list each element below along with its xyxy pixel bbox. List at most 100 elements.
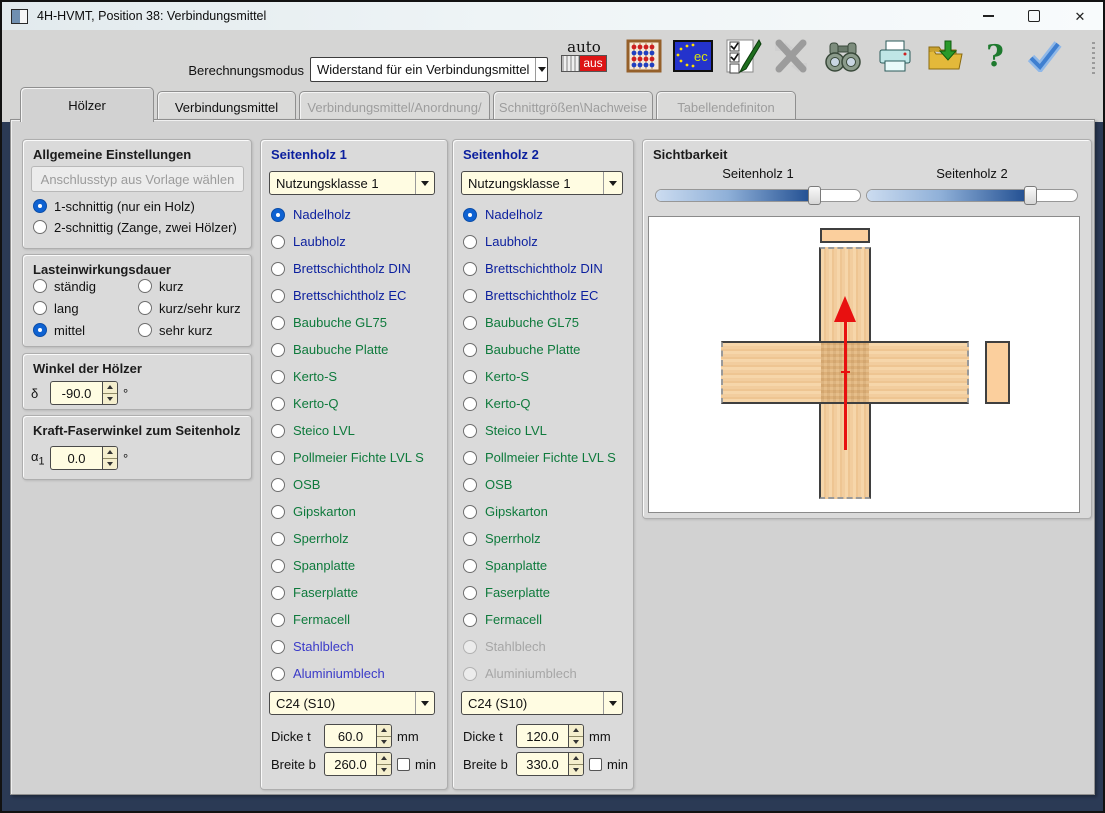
s2-radio-fermacell[interactable]: Fermacell [463,606,629,633]
s2-breite-input[interactable]: 330.0 [516,752,568,776]
radio-sehr-kurz[interactable]: sehr kurz [138,322,212,338]
s1-material-combobox[interactable]: C24 (S10) [269,691,435,715]
maximize-button[interactable] [1011,2,1057,30]
slider-fill [867,190,1031,201]
radio-lang[interactable]: lang [33,300,79,316]
help-button[interactable]: ? [980,35,1010,77]
s2-radio-baubuche-gl75[interactable]: Baubuche GL75 [463,309,629,336]
s1-radio-laubholz[interactable]: Laubholz [271,228,443,255]
radio-icon [271,289,285,303]
mode-label: Berechnungsmodus [162,63,304,78]
s1-radio-brettschichtholz-ec[interactable]: Brettschichtholz EC [271,282,443,309]
s2-radio-brettschichtholz-ec[interactable]: Brettschichtholz EC [463,282,629,309]
s2-radio-spanplatte[interactable]: Spanplatte [463,552,629,579]
radio-1-schnittig[interactable]: 1-schnittig (nur ein Holz) [33,198,195,214]
mode-combobox[interactable]: Widerstand für ein Verbindungsmittel [310,57,548,82]
s2-radio-osb[interactable]: OSB [463,471,629,498]
spin-up-button[interactable] [103,447,117,459]
s2-radio-faserplatte[interactable]: Faserplatte [463,579,629,606]
spin-down-button[interactable] [377,737,391,748]
s2-dicke-input[interactable]: 120.0 [516,724,568,748]
s1-radio-osb[interactable]: OSB [271,471,443,498]
s2-radio-pollmeier[interactable]: Pollmeier Fichte LVL S [463,444,629,471]
panel-seitenholz-1: Seitenholz 1 Nutzungsklasse 1 Nadelholz … [260,139,448,790]
group-title: Lasteinwirkungsdauer [33,262,171,277]
s1-radio-kerto-q[interactable]: Kerto-Q [271,390,443,417]
spin-down-button[interactable] [377,765,391,776]
winkel-input[interactable]: -90.0 [50,381,102,405]
s1-radio-stahlblech[interactable]: Stahlblech [271,633,443,660]
s1-radio-baubuche-gl75[interactable]: Baubuche GL75 [271,309,443,336]
s2-radio-laubholz[interactable]: Laubholz [463,228,629,255]
chevron-down-icon[interactable] [415,172,434,194]
close-button[interactable]: ✕ [1057,2,1103,30]
slider-seitenholz-2[interactable] [866,189,1078,202]
horizontal-member-end-section [985,341,1010,404]
confirm-check-icon [1027,40,1063,72]
s1-radio-baubuche-platte[interactable]: Baubuche Platte [271,336,443,363]
s1-breite-input[interactable]: 260.0 [324,752,376,776]
radio-icon [463,451,477,465]
spin-up-button[interactable] [103,382,117,394]
s2-radio-kerto-s[interactable]: Kerto-S [463,363,629,390]
chevron-down-icon[interactable] [603,692,622,714]
toolbar-grip[interactable] [1092,40,1095,74]
chevron-down-icon[interactable] [535,58,547,81]
confirm-button[interactable] [1024,35,1066,77]
s1-radio-fermacell[interactable]: Fermacell [271,606,443,633]
s1-radio-steico-lvl[interactable]: Steico LVL [271,417,443,444]
calculate-button[interactable] [623,35,665,77]
radio-kurz-sehr-kurz[interactable]: kurz/sehr kurz [138,300,241,316]
s1-radio-nadelholz[interactable]: Nadelholz [271,201,443,228]
spin-down-button[interactable] [103,459,117,470]
spin-down-button[interactable] [569,737,583,748]
spin-down-button[interactable] [103,394,117,405]
minimize-button[interactable] [965,2,1011,30]
spin-up-button[interactable] [377,753,391,765]
s2-radio-baubuche-platte[interactable]: Baubuche Platte [463,336,629,363]
auto-aus-toggle-button[interactable]: auto aus [563,35,605,77]
s2-material-combobox[interactable]: C24 (S10) [461,691,623,715]
print-button[interactable] [874,35,916,77]
s2-radio-gipskarton[interactable]: Gipskarton [463,498,629,525]
checklist-edit-button[interactable] [723,35,765,77]
radio-icon [463,397,477,411]
spin-up-button[interactable] [569,753,583,765]
s1-radio-aluminiumblech[interactable]: Aluminiumblech [271,660,443,687]
s1-radio-kerto-s[interactable]: Kerto-S [271,363,443,390]
spin-down-button[interactable] [569,765,583,776]
s2-radio-nadelholz[interactable]: Nadelholz [463,201,629,228]
radio-staendig[interactable]: ständig [33,278,96,294]
import-button[interactable] [924,35,966,77]
eurocode-button[interactable]: ec [672,35,714,77]
s1-nutzungsklasse-combobox[interactable]: Nutzungsklasse 1 [269,171,435,195]
s2-radio-kerto-q[interactable]: Kerto-Q [463,390,629,417]
s1-radio-brettschichtholz-din[interactable]: Brettschichtholz DIN [271,255,443,282]
s1-radio-gipskarton[interactable]: Gipskarton [271,498,443,525]
radio-kurz[interactable]: kurz [138,278,184,294]
s1-radio-pollmeier[interactable]: Pollmeier Fichte LVL S [271,444,443,471]
s2-nutzungsklasse-combobox[interactable]: Nutzungsklasse 1 [461,171,623,195]
s1-radio-spanplatte[interactable]: Spanplatte [271,552,443,579]
s2-radio-sperrholz[interactable]: Sperrholz [463,525,629,552]
slider-handle[interactable] [808,186,821,205]
s2-radio-brettschichtholz-din[interactable]: Brettschichtholz DIN [463,255,629,282]
s2-min-checkbox[interactable] [589,758,602,771]
chevron-down-icon[interactable] [415,692,434,714]
s1-radio-sperrholz[interactable]: Sperrholz [271,525,443,552]
slider-seitenholz-1[interactable] [655,189,861,202]
s1-radio-faserplatte[interactable]: Faserplatte [271,579,443,606]
kraft-input[interactable]: 0.0 [50,446,102,470]
radio-mittel[interactable]: mittel [33,322,85,338]
radio-2-schnittig[interactable]: 2-schnittig (Zange, zwei Hölzer) [33,219,237,235]
spin-up-button[interactable] [569,725,583,737]
slider-handle[interactable] [1024,186,1037,205]
spin-up-button[interactable] [377,725,391,737]
chevron-down-icon[interactable] [603,172,622,194]
tab-verbindungsmittel[interactable]: Verbindungsmittel [157,91,296,122]
s1-dicke-input[interactable]: 60.0 [324,724,376,748]
search-button[interactable] [822,35,864,77]
s1-min-checkbox[interactable] [397,758,410,771]
tab-hoelzer[interactable]: Hölzer [20,87,154,122]
s2-radio-steico-lvl[interactable]: Steico LVL [463,417,629,444]
